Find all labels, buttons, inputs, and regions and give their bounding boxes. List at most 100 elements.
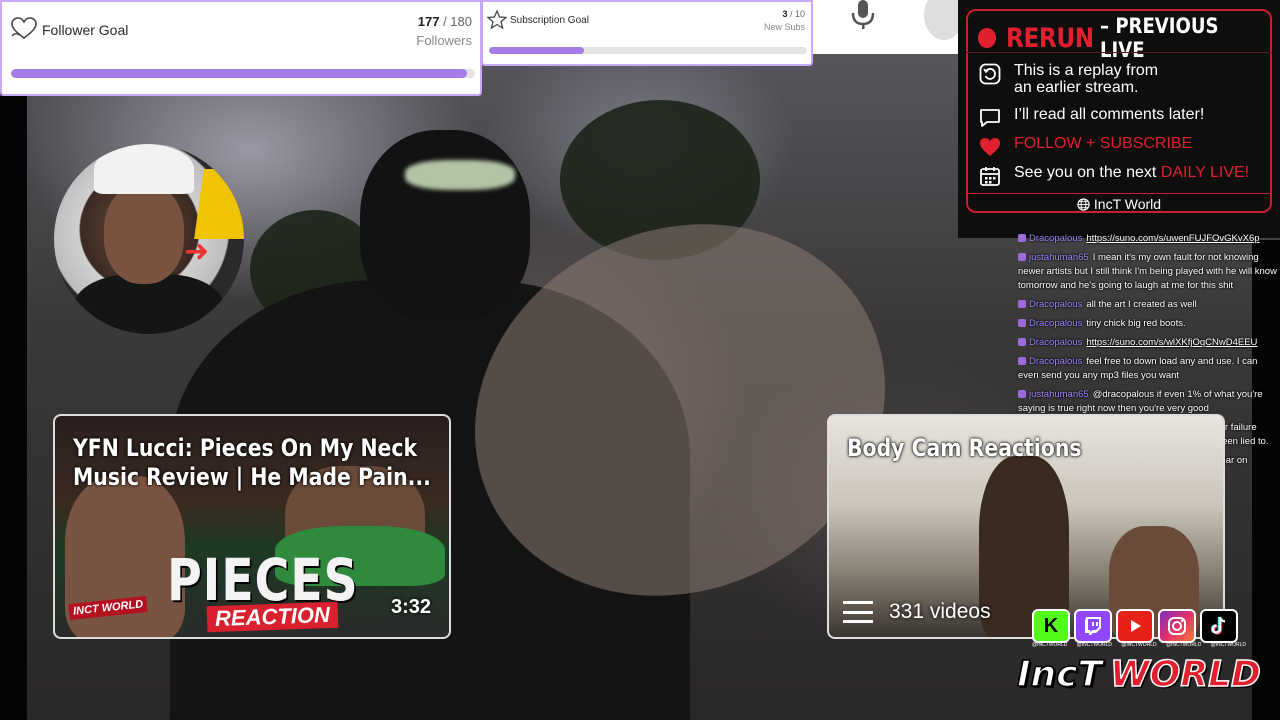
chat-badge-icon bbox=[1018, 319, 1026, 328]
chat-badge-icon bbox=[1018, 234, 1026, 243]
playlist-title: Body Cam Reactions bbox=[847, 434, 1082, 462]
chat-username[interactable]: Dracopalous bbox=[1029, 318, 1082, 329]
social-icons: K bbox=[1032, 609, 1238, 643]
rerun-footer-divider bbox=[966, 193, 1272, 194]
follower-goal-widget: Follower Goal 177 / 180 Followers bbox=[0, 0, 482, 96]
rerun-line3: FOLLOW + SUBSCRIBE bbox=[1014, 135, 1193, 152]
rerun-line-schedule: See you on the next DAILY LIVE! bbox=[978, 164, 1249, 188]
video-title-line1: YFN Lucci: Pieces On My Neck bbox=[73, 434, 418, 462]
chat-message: Dracopalous tiny chick big red boots. bbox=[1018, 317, 1278, 331]
subscription-goal-widget: Subscription Goal 3 / 10 New Subs bbox=[481, 0, 813, 66]
rerun-heading-white: – PREVIOUS LIVE bbox=[1100, 14, 1219, 62]
chat-badge-icon bbox=[1018, 338, 1026, 347]
rerun-line4-red: DAILY LIVE! bbox=[1160, 164, 1250, 181]
chat-message: justahuman65 @dracopalous if even 1% of w… bbox=[1018, 388, 1278, 416]
rerun-divider bbox=[966, 52, 1272, 53]
chat-link[interactable]: https://suno.com/s/uwenFUJFOvGKvX6p bbox=[1086, 233, 1259, 244]
video-title: YFN Lucci: Pieces On My Neck Music Review… bbox=[73, 434, 431, 492]
chat-username[interactable]: Dracopalous bbox=[1029, 337, 1082, 348]
chat-badge-icon bbox=[1018, 390, 1026, 399]
social-handle: @INCTWORLD bbox=[1210, 642, 1246, 648]
social-handle: @INCTWORLD bbox=[1076, 642, 1113, 648]
left-letterbox bbox=[0, 96, 27, 720]
thumbnail-reaction-banner: REACTION bbox=[206, 601, 339, 633]
subscription-goal-title: Subscription Goal bbox=[510, 15, 589, 26]
chat-username[interactable]: justahuman65 bbox=[1029, 389, 1089, 400]
chat-username[interactable]: Dracopalous bbox=[1029, 233, 1082, 244]
chat-username[interactable]: Dracopalous bbox=[1029, 299, 1082, 310]
rerun-line-follow: FOLLOW + SUBSCRIBE bbox=[978, 135, 1192, 159]
subscription-goal-count: 3 / 10 bbox=[782, 9, 805, 19]
record-dot-icon bbox=[978, 28, 997, 48]
twitch-icon[interactable] bbox=[1074, 609, 1112, 643]
chat-bubble-icon bbox=[978, 106, 1002, 130]
chat-username[interactable]: Dracopalous bbox=[1029, 356, 1082, 367]
subscription-progress-bar bbox=[489, 47, 807, 54]
subscription-progress-fill bbox=[489, 47, 585, 54]
follower-current: 177 bbox=[417, 14, 440, 29]
follower-target: 180 bbox=[450, 14, 472, 29]
chat-badge-icon bbox=[1018, 300, 1026, 309]
rerun-line2: I’ll read all comments later! bbox=[1014, 106, 1205, 123]
chat-message: Dracopalous all the art I created as well bbox=[1018, 298, 1278, 312]
follower-goal-title: Follower Goal bbox=[42, 22, 129, 38]
follower-goal-count: 177 / 180 bbox=[418, 14, 472, 29]
chat-text: tiny chick big red boots. bbox=[1086, 318, 1186, 329]
arrow-icon: ➜ bbox=[184, 235, 210, 268]
heart-cloud-icon bbox=[11, 17, 37, 40]
playlist-card-bodycam[interactable]: Body Cam Reactions 331 videos bbox=[827, 414, 1225, 639]
calendar-icon bbox=[978, 164, 1002, 188]
subscription-goal-unit: New Subs bbox=[763, 22, 805, 32]
rerun-info-panel: RERUN – PREVIOUS LIVE This is a replay f… bbox=[958, 0, 1280, 238]
playlist-count-label: 331 videos bbox=[889, 600, 991, 623]
brand-word2: WORLD bbox=[1109, 653, 1261, 696]
video-duration: 3:32 bbox=[390, 596, 431, 618]
video-title-line2: Music Review | He Made Pain... bbox=[73, 463, 431, 491]
star-icon bbox=[487, 10, 507, 30]
person-head bbox=[360, 130, 530, 320]
chat-badge-icon bbox=[1018, 357, 1026, 366]
chat-badge-icon bbox=[1018, 253, 1026, 262]
chat-message: justahuman65 I mean it's my own fault for… bbox=[1018, 251, 1278, 293]
chat-username[interactable]: justahuman65 bbox=[1029, 252, 1089, 263]
chat-message: Dracopalous https://suno.com/s/wlXKfjOqCN… bbox=[1018, 336, 1278, 350]
glasses-glare bbox=[405, 160, 515, 190]
follower-progress-fill bbox=[11, 69, 468, 78]
rerun-footer-label: IncT World bbox=[1093, 196, 1162, 212]
rerun-heading: RERUN – PREVIOUS LIVE bbox=[978, 14, 1280, 62]
chat-text: all the art I created as well bbox=[1086, 299, 1197, 310]
follower-goal-unit: Followers bbox=[416, 33, 472, 48]
globe-icon bbox=[1077, 196, 1090, 212]
streamer-avatar: ➜ bbox=[54, 144, 244, 334]
inct-world-logo: IncT WORLD bbox=[1016, 650, 1261, 698]
tiktok-icon[interactable] bbox=[1200, 609, 1238, 643]
video-card-pieces[interactable]: YFN Lucci: Pieces On My Neck Music Review… bbox=[53, 414, 451, 639]
subs-target: 10 bbox=[794, 9, 805, 19]
avatar-cap bbox=[94, 144, 194, 194]
rerun-line-comments: I’ll read all comments later! bbox=[978, 106, 1204, 130]
rerun-heading-red: RERUN bbox=[1006, 22, 1095, 54]
subs-separator: / bbox=[787, 9, 795, 19]
social-handles: @INCTWORLD @INCTWORLD @INCTWORLD @INCTWORLD… bbox=[1032, 642, 1246, 648]
chat-message: Dracopalous https://suno.com/s/uwenFUJFOv… bbox=[1018, 232, 1278, 246]
playlist-icon bbox=[843, 601, 873, 623]
social-handle: @INCTWORLD bbox=[1165, 642, 1202, 648]
heart-icon bbox=[978, 135, 1002, 159]
rerun-line1a: This is a replay from bbox=[1014, 62, 1159, 79]
kick-icon[interactable]: K bbox=[1032, 609, 1070, 643]
microphone-icon[interactable] bbox=[850, 0, 876, 30]
rerun-line-replay: This is a replay from an earlier stream. bbox=[978, 62, 1158, 96]
social-handle: @INCTWORLD bbox=[1032, 642, 1068, 648]
avatar-badge bbox=[194, 169, 244, 239]
chat-link[interactable]: https://suno.com/s/wlXKfjOqCNwD4EEU bbox=[1086, 337, 1257, 348]
social-handle: @INCTWORLD bbox=[1121, 642, 1157, 648]
playlist-count: 331 videos bbox=[843, 600, 991, 624]
instagram-icon[interactable] bbox=[1158, 609, 1196, 643]
brand-word1: IncT bbox=[1016, 653, 1103, 696]
youtube-icon[interactable] bbox=[1116, 609, 1154, 643]
replay-icon bbox=[978, 62, 1002, 86]
rerun-line1b: an earlier stream. bbox=[1014, 79, 1139, 96]
avatar-face bbox=[104, 184, 184, 284]
follower-progress-bar bbox=[11, 69, 475, 78]
rerun-line4-white: See you on the next bbox=[1014, 164, 1161, 181]
